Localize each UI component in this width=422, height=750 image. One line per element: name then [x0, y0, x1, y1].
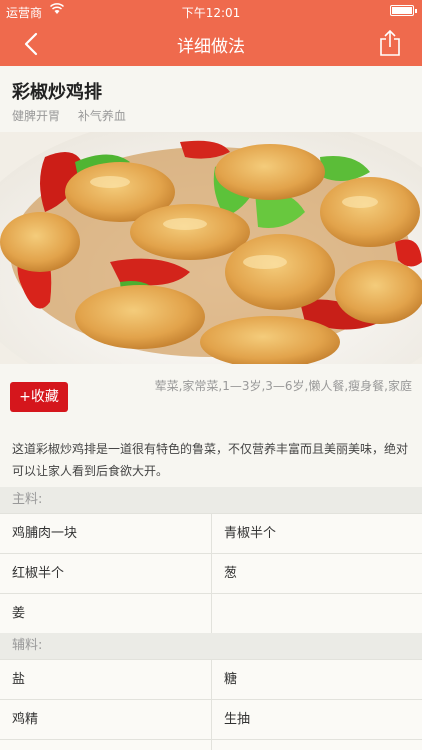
recipe-title: 彩椒炒鸡排 — [12, 82, 102, 103]
ingredient-cell: 生抽 — [211, 700, 422, 739]
table-row: 红椒半个 葱 — [0, 554, 422, 594]
ingredient-cell — [0, 740, 211, 750]
table-row: 盐 糖 — [0, 660, 422, 700]
dish-photo — [0, 132, 422, 364]
tag: 健脾开胃 — [12, 109, 61, 123]
favorite-button[interactable]: +收藏 — [10, 382, 68, 412]
recipe-categories: 荤菜,家常菜,1—3岁,3—6岁,懒人餐,瘦身餐,家庭 — [154, 379, 412, 393]
table-row: 鸡脯肉一块 青椒半个 — [0, 514, 422, 554]
table-row — [0, 740, 422, 750]
clock: 下午12:01 — [181, 6, 241, 20]
ingredient-cell: 鸡精 — [12, 712, 39, 727]
main-ingredients-header: 主料: — [0, 487, 422, 513]
dish-illustration — [0, 132, 422, 364]
ingredient-cell: 红椒半个 — [12, 566, 65, 581]
ingredient-cell: 青椒半个 — [211, 514, 422, 553]
tag: 补气养血 — [77, 109, 126, 123]
aux-ingredients-table: 盐 糖 鸡精 生抽 — [0, 659, 422, 750]
battery-icon — [390, 5, 417, 16]
nav-bar: 详细做法 — [0, 22, 422, 66]
recipe-tags: 健脾开胃 补气养血 — [12, 107, 140, 124]
page-title: 详细做法 — [177, 37, 245, 57]
table-row: 姜 — [0, 594, 422, 634]
share-icon[interactable] — [378, 29, 402, 57]
main-ingredients-table: 鸡脯肉一块 青椒半个 红椒半个 葱 姜 — [0, 513, 422, 634]
table-row: 鸡精 生抽 — [0, 700, 422, 740]
ingredient-cell: 盐 — [12, 672, 26, 687]
status-bar: 运营商 下午12:01 — [0, 0, 422, 22]
ingredient-cell — [211, 594, 422, 633]
ingredient-cell: 糖 — [211, 660, 422, 699]
ingredient-cell: 姜 — [12, 606, 26, 621]
ingredient-cell — [211, 740, 422, 750]
recipe-description: 这道彩椒炒鸡排是一道很有特色的鲁菜，不仅营养丰富而且美丽美味，绝对可以让家人看到… — [12, 442, 409, 478]
aux-ingredients-header: 辅料: — [0, 633, 422, 659]
ingredient-cell: 葱 — [211, 554, 422, 593]
ingredient-cell: 鸡脯肉一块 — [12, 526, 78, 541]
